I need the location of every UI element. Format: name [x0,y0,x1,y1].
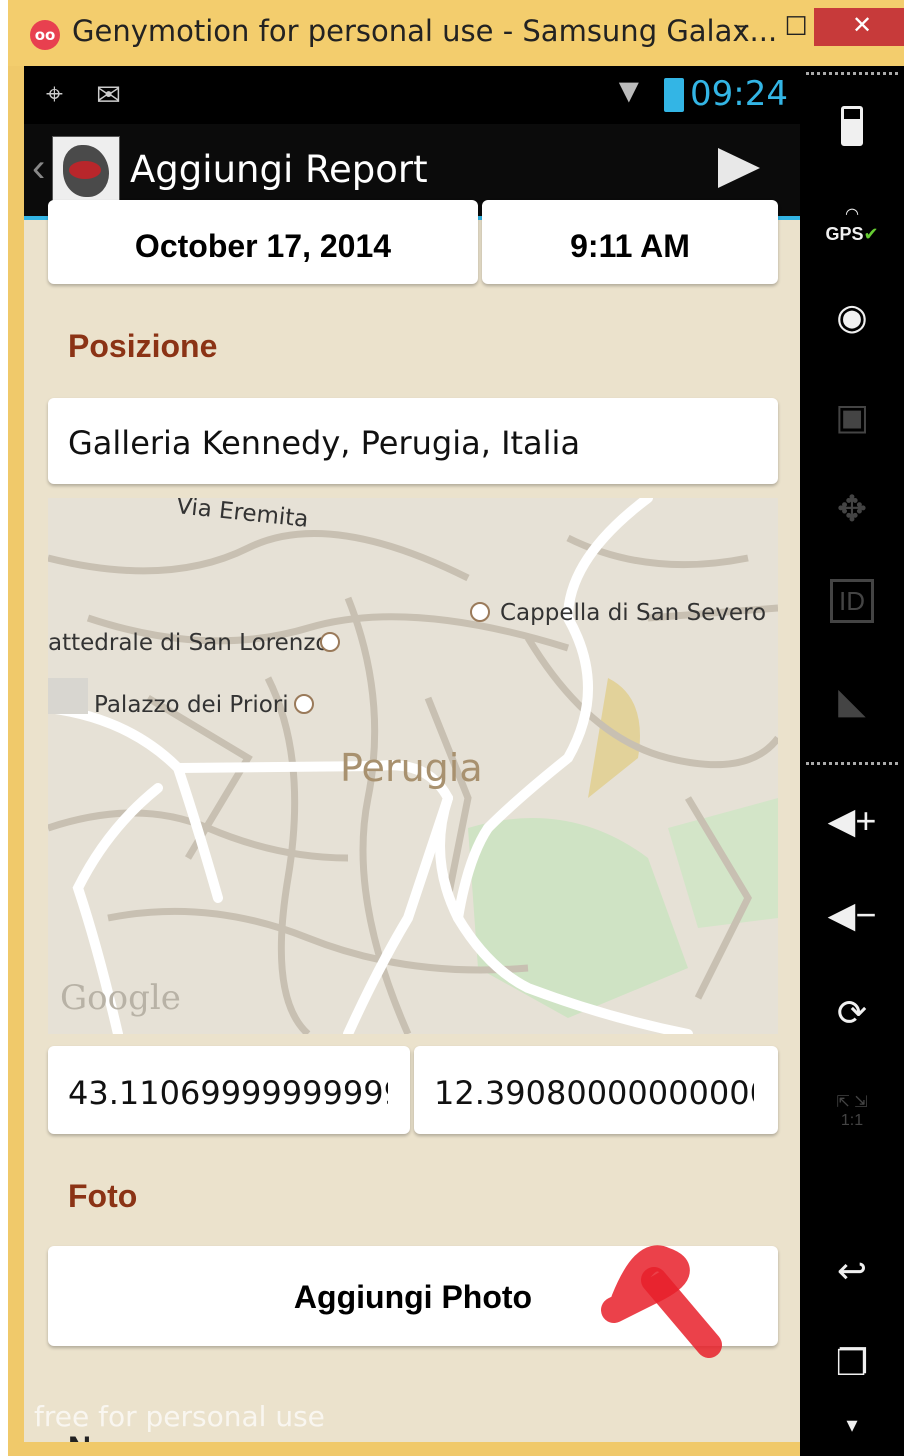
map-label-palazzo: Palazzo dei Priori [94,692,289,718]
toolbar-divider [806,72,898,75]
longitude-field[interactable]: 12.390800000000002 [414,1046,778,1134]
dpad-icon[interactable]: ✥ [800,488,904,530]
send-icon[interactable] [718,148,760,188]
position-section-title: Posizione [68,328,218,364]
date-value: October 17, 2014 [134,228,392,264]
poi-cattedrale-icon[interactable] [320,632,340,652]
gmail-icon: ✉ [96,79,122,112]
back-caret-icon[interactable]: ‹ [32,146,45,191]
map-label-cappella: Cappella di San Severo [500,600,767,626]
battery-icon[interactable] [800,106,904,146]
status-time: 09:24 [690,74,788,114]
wifi-icon: ▼ [612,72,646,110]
video-icon[interactable]: ▣ [800,396,904,438]
maximize-button[interactable]: ☐ [774,8,818,46]
form-content: October 17, 2014 9:11 AM Posizione Galle… [24,200,800,1442]
desktop-edge [0,0,8,1456]
watermark-text: free for personal use [34,1400,325,1433]
page-title: Aggiungi Report [130,148,428,191]
poi-cappella-icon[interactable] [470,602,490,622]
webcam-icon[interactable]: ◉ [800,296,904,338]
address-field[interactable]: Galleria Kennedy, Perugia, Italia [48,398,778,484]
window-title: Genymotion for personal use - Samsung Ga… [72,14,778,48]
genymotion-toolbar: ◠ GPS✔ ◉ ▣ ✥ ID ◣ ◀+ ◀− ⟳ ⇱ ⇲ 1:1 ↩ ❐ ▾ [800,66,904,1456]
next-section-title: N [68,1430,91,1442]
latitude-value: 43.110699999999994 [68,1074,388,1112]
red-arrow-annotation [601,1245,722,1358]
poi-palazzo-icon[interactable] [294,694,314,714]
cast-icon[interactable]: ◣ [800,680,904,722]
volume-up-icon[interactable]: ◀+ [800,800,904,842]
menu-icon[interactable]: ▾ [800,1412,904,1438]
latitude-field[interactable]: 43.110699999999994 [48,1046,410,1134]
app-logo[interactable] [52,136,120,204]
back-icon[interactable]: ↩ [800,1250,904,1292]
volume-down-icon[interactable]: ◀− [800,894,904,936]
android-screen: ⌖ ✉ ▼ 09:24 ‹ Aggiungi Report October 17… [24,66,800,1442]
map-label-city: Perugia [340,746,483,790]
map-label-cattedrale: attedrale di San Lorenzo [48,630,330,656]
map-view[interactable]: Via Eremita Cappella di San Severo atted… [48,498,778,1034]
gps-icon[interactable]: ◠ GPS✔ [800,204,904,245]
google-logo: Google [60,978,181,1018]
rotate-icon[interactable]: ⟳ [800,992,904,1034]
location-icon: ⌖ [46,78,63,111]
date-picker-button[interactable]: October 17, 2014 [48,200,478,284]
photo-section-title: Foto [68,1178,138,1214]
scale-icon[interactable]: ⇱ ⇲ 1:1 [800,1092,904,1130]
id-icon[interactable]: ID [800,579,904,623]
status-bar: ⌖ ✉ ▼ 09:24 [24,66,800,124]
address-value: Galleria Kennedy, Perugia, Italia [68,424,581,462]
time-value: 9:11 AM [570,228,690,264]
window-titlebar[interactable]: oo Genymotion for personal use - Samsung… [8,0,904,66]
longitude-value: 12.390800000000002 [434,1074,754,1112]
toolbar-divider [806,762,898,765]
minimize-button[interactable]: − [720,8,764,46]
close-button[interactable]: ✕ [814,8,904,46]
battery-icon [664,78,684,112]
genymotion-logo-icon: oo [30,20,60,50]
recent-apps-icon[interactable]: ❐ [800,1342,904,1384]
time-picker-button[interactable]: 9:11 AM [482,200,778,284]
